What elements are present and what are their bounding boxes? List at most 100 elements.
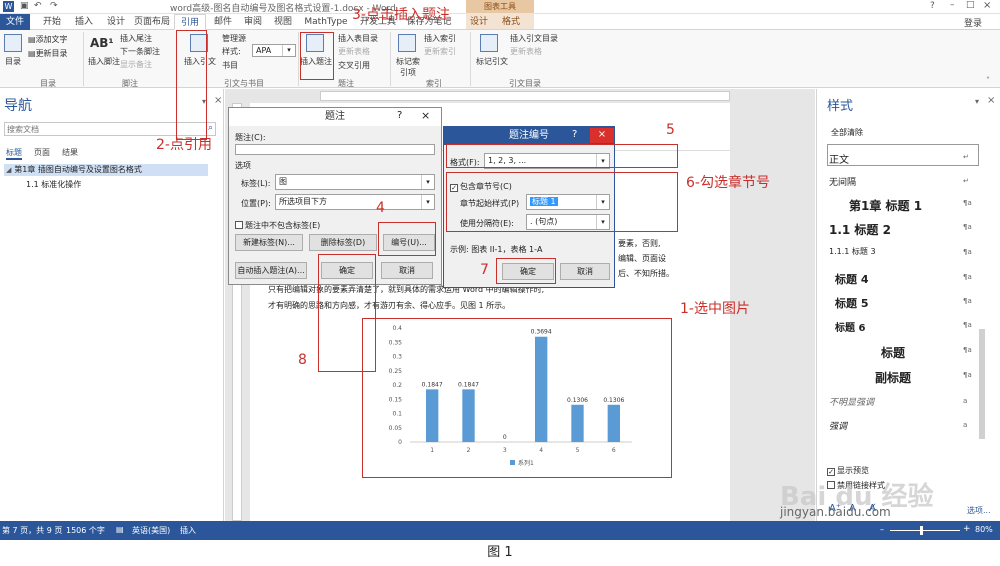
tab-view[interactable]: 视图 — [270, 14, 296, 30]
manage-source-button[interactable]: 管理源 — [222, 33, 246, 44]
caption-close-icon[interactable]: × — [421, 109, 430, 122]
tab-file[interactable]: 文件 — [0, 14, 30, 30]
style-item[interactable]: 正文 — [829, 151, 849, 166]
baidu-watermark-url: jingyan.baidu.com — [780, 505, 891, 519]
autocaption-button[interactable]: 自动插入题注(A)... — [235, 262, 307, 279]
zoom-in-icon[interactable]: + — [963, 524, 971, 534]
delete-label-button[interactable]: 删除标签(D) — [309, 234, 377, 251]
tab-chart-design[interactable]: 设计 — [466, 14, 492, 30]
insert-mode[interactable]: 插入 — [180, 525, 196, 536]
update-index-button[interactable]: 更新索引 — [424, 46, 456, 57]
style-item[interactable]: 1.1.1 标题 3 — [829, 246, 876, 257]
style-type-icon: ¶a — [963, 199, 972, 207]
tab-layout[interactable]: 页面布局 — [132, 14, 172, 30]
clear-all-styles[interactable]: 全部清除 — [831, 127, 863, 138]
mark-citation-button[interactable]: 标记引文 — [476, 56, 508, 67]
word-count[interactable]: 1506 个字 — [66, 525, 105, 536]
zoom-out-icon[interactable]: – — [880, 525, 884, 534]
update-toc-button[interactable]: ▤更新目录 — [28, 48, 68, 59]
styles-close-icon[interactable]: × — [987, 95, 995, 106]
style-type-icon: ↵ — [963, 153, 969, 161]
tab-chart-format[interactable]: 格式 — [498, 14, 524, 30]
undo-icon[interactable]: ↶ — [34, 1, 42, 11]
insert-table-of-figures-button[interactable]: 插入表目录 — [338, 33, 378, 44]
tab-design[interactable]: 设计 — [102, 14, 130, 30]
tab-mailings[interactable]: 邮件 — [210, 14, 236, 30]
tab-mathtype[interactable]: MathType — [302, 14, 350, 30]
caption-position-select[interactable]: 所选项目下方 ▾ — [275, 194, 435, 210]
style-item[interactable]: 无间隔 — [829, 175, 856, 188]
caption-cancel-button[interactable]: 取消 — [381, 262, 433, 279]
mark-entry-button[interactable]: 标记索引项 — [394, 56, 422, 78]
zoom-level[interactable]: 80% — [975, 525, 993, 534]
chevron-down-icon: ▾ — [282, 45, 295, 56]
style-item[interactable]: 副标题 — [829, 369, 911, 386]
tab-review[interactable]: 审阅 — [240, 14, 266, 30]
show-preview-checkbox[interactable]: ✓ 显示预览 — [827, 465, 869, 476]
style-type-icon: ¶a — [963, 273, 972, 281]
cross-reference-button[interactable]: 交叉引用 — [338, 60, 370, 71]
next-footnote-button[interactable]: 下一条脚注 — [120, 46, 160, 57]
tab-references[interactable]: 引用 — [174, 14, 206, 30]
ribbon-separator — [298, 32, 299, 86]
zoom-slider[interactable] — [890, 530, 960, 531]
tab-home[interactable]: 开始 — [38, 14, 66, 30]
insert-footnote-button[interactable]: 插入脚注 — [88, 56, 120, 67]
group-label-toc: 目录 — [40, 79, 56, 88]
close-icon[interactable]: × — [983, 0, 991, 11]
insert-index-button[interactable]: 插入索引 — [424, 33, 456, 44]
signin-link[interactable]: 登录 — [964, 16, 982, 29]
numbering-example: 示例: 图表 II-1，表格 1-A — [450, 245, 543, 254]
style-item[interactable]: 标题 4 — [829, 271, 868, 287]
maximize-icon[interactable]: □ — [966, 0, 975, 10]
minimize-icon[interactable]: – — [950, 0, 955, 10]
zoom-slider-thumb[interactable] — [920, 526, 923, 535]
label-field-label: 标签(L): — [241, 179, 271, 188]
caption-label: 题注(C): — [235, 133, 266, 142]
caption-label-select[interactable]: 图 ▾ — [275, 174, 435, 190]
insert-toa-button[interactable]: 插入引文目录 — [510, 33, 558, 44]
nav-tab-results[interactable]: 结果 — [62, 147, 78, 158]
collapse-triangle-icon: ◢ — [6, 166, 12, 174]
style-item[interactable]: 强调 — [829, 419, 847, 432]
save-icon[interactable]: ▣ — [20, 1, 29, 11]
nav-tab-pages[interactable]: 页面 — [34, 147, 50, 158]
style-item[interactable]: 1.1 标题 2 — [829, 221, 891, 238]
search-icon[interactable]: ⌕ — [208, 123, 213, 133]
style-options-link[interactable]: 选项... — [967, 505, 991, 516]
style-item[interactable]: 标题 5 — [829, 295, 868, 311]
styles-options-icon[interactable]: ▾ — [975, 97, 979, 106]
nav-close-icon[interactable]: × — [214, 95, 222, 106]
nav-tab-headings[interactable]: 标题 — [6, 147, 22, 160]
nav-item-chapter1[interactable]: ◢ 第1章 插图自动编号及设置图名格式 — [4, 164, 208, 176]
numbering-close-icon[interactable]: × — [590, 128, 614, 143]
collapse-ribbon-icon[interactable]: ˄ — [986, 76, 990, 85]
toc-button[interactable]: 目录 — [5, 56, 21, 67]
show-notes-button[interactable]: 显示备注 — [120, 59, 152, 70]
caption-help-icon[interactable]: ? — [397, 110, 402, 121]
page-count[interactable]: 第 7 页，共 9 页 — [2, 525, 62, 536]
tab-insert[interactable]: 插入 — [70, 14, 98, 30]
proofing-icon[interactable]: ▤ — [116, 525, 124, 534]
update-toa-button[interactable]: 更新表格 — [510, 46, 542, 57]
exclude-label-checkbox[interactable]: 题注中不包含标签(E) — [235, 220, 320, 231]
style-item[interactable]: 第1章 标题 1 — [829, 197, 922, 214]
redo-icon[interactable]: ↷ — [50, 1, 58, 11]
style-item[interactable]: 标题 6 — [829, 319, 865, 334]
bibliography-button[interactable]: 书目 — [222, 60, 238, 71]
styles-scrollbar[interactable] — [979, 329, 985, 439]
caption-text-input[interactable] — [235, 144, 435, 155]
nav-item-section1-1[interactable]: 1.1 标准化操作 — [26, 179, 81, 190]
new-label-button[interactable]: 新建标签(N)... — [235, 234, 303, 251]
style-type-icon: ¶a — [963, 321, 972, 329]
numbering-help-icon[interactable]: ? — [572, 129, 577, 140]
citation-style-select[interactable]: APA ▾ — [252, 44, 296, 57]
update-table-button[interactable]: 更新表格 — [338, 46, 370, 57]
add-text-button[interactable]: ▤添加文字 — [28, 34, 68, 45]
insert-endnote-button[interactable]: 插入尾注 — [120, 33, 152, 44]
numbering-cancel-button[interactable]: 取消 — [560, 263, 610, 280]
style-item[interactable]: 不明显强调 — [829, 395, 874, 408]
help-icon[interactable]: ? — [930, 1, 935, 11]
style-item[interactable]: 标题 — [829, 344, 905, 361]
language-status[interactable]: 英语(美国) — [132, 525, 170, 536]
